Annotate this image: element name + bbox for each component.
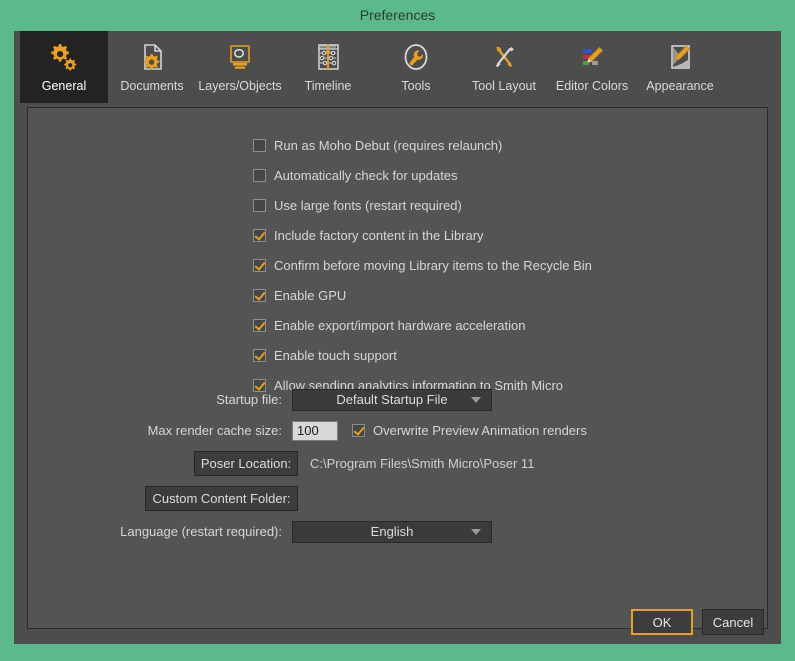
checkbox-row-include-factory-content[interactable]: Include factory content in the Library xyxy=(253,220,592,250)
tab-editor-colors-label: Editor Colors xyxy=(555,79,629,93)
startup-file-label: Startup file: xyxy=(216,392,282,407)
timeline-icon xyxy=(313,37,343,77)
language-value: English xyxy=(370,524,414,539)
checkbox-hardware-acceleration-label: Enable export/import hardware accelerati… xyxy=(274,317,526,333)
row-startup-file: Startup file: Default Startup File xyxy=(28,384,767,415)
tab-timeline-label: Timeline xyxy=(304,79,352,93)
checkbox-overwrite-preview[interactable] xyxy=(352,424,365,437)
checkbox-include-factory-content[interactable] xyxy=(253,228,266,242)
tab-tools[interactable]: Tools xyxy=(372,31,460,103)
checkbox-auto-check-updates-label: Automatically check for updates xyxy=(274,167,458,183)
checkbox-enable-gpu[interactable] xyxy=(253,288,266,302)
wrench-screwdriver-icon xyxy=(488,37,520,77)
startup-file-value: Default Startup File xyxy=(336,392,448,407)
general-settings-panel: Run as Moho Debut (requires relaunch) Au… xyxy=(27,107,768,629)
general-form-area: Startup file: Default Startup File Max r… xyxy=(28,384,767,547)
tab-documents[interactable]: Documents xyxy=(108,31,196,103)
checkbox-row-hardware-acceleration[interactable]: Enable export/import hardware accelerati… xyxy=(253,310,592,340)
tab-tool-layout[interactable]: Tool Layout xyxy=(460,31,548,103)
checkbox-row-overwrite-preview[interactable]: Overwrite Preview Animation renders xyxy=(352,423,587,438)
checkbox-enable-touch-support[interactable] xyxy=(253,348,266,362)
startup-file-dropdown[interactable]: Default Startup File xyxy=(292,388,492,411)
preferences-tabstrip: General Documents Layers/Objects Timelin… xyxy=(14,31,781,103)
checkbox-row-enable-gpu[interactable]: Enable GPU xyxy=(253,280,592,310)
ok-button[interactable]: OK xyxy=(631,609,693,635)
preferences-dialog: Preferences General Documents Layers/Obj… xyxy=(0,0,795,661)
layers-icon xyxy=(224,37,256,77)
tab-appearance-label: Appearance xyxy=(646,79,714,93)
dialog-body: General Documents Layers/Objects Timelin… xyxy=(14,31,781,644)
checkbox-auto-check-updates[interactable] xyxy=(253,168,266,182)
tab-layers-objects-label: Layers/Objects xyxy=(198,79,282,93)
checkbox-enable-touch-support-label: Enable touch support xyxy=(274,347,397,363)
row-language: Language (restart required): English xyxy=(28,516,767,547)
checkbox-run-as-moho-debut-label: Run as Moho Debut (requires relaunch) xyxy=(274,137,503,153)
chevron-down-icon xyxy=(471,528,481,535)
checkbox-run-as-moho-debut[interactable] xyxy=(253,138,266,152)
dialog-title: Preferences xyxy=(359,7,436,23)
tab-general-label: General xyxy=(41,79,87,93)
poser-location-button[interactable]: Poser Location: xyxy=(194,450,298,476)
language-label: Language (restart required): xyxy=(120,524,282,539)
cancel-button[interactable]: Cancel xyxy=(702,609,764,635)
wrench-circle-icon xyxy=(400,37,432,77)
checkbox-use-large-fonts[interactable] xyxy=(253,198,266,212)
appearance-icon xyxy=(665,37,695,77)
tab-layers-objects[interactable]: Layers/Objects xyxy=(196,31,284,103)
tab-documents-label: Documents xyxy=(120,79,184,93)
tab-tools-label: Tools xyxy=(401,79,431,93)
tab-general[interactable]: General xyxy=(20,31,108,103)
checkbox-include-factory-content-label: Include factory content in the Library xyxy=(274,227,484,243)
color-swatches-icon xyxy=(576,37,608,77)
dialog-titlebar: Preferences xyxy=(0,0,795,31)
custom-content-folder-button[interactable]: Custom Content Folder: xyxy=(145,485,298,511)
checkbox-enable-gpu-label: Enable GPU xyxy=(274,287,347,303)
checkbox-row-confirm-recycle-bin[interactable]: Confirm before moving Library items to t… xyxy=(253,250,592,280)
row-poser-location: Poser Location: C:\Program Files\Smith M… xyxy=(28,446,767,480)
general-checkbox-list: Run as Moho Debut (requires relaunch) Au… xyxy=(253,130,592,400)
checkbox-confirm-recycle-bin-label: Confirm before moving Library items to t… xyxy=(274,257,592,273)
row-custom-content-folder: Custom Content Folder: xyxy=(28,480,767,516)
checkbox-hardware-acceleration[interactable] xyxy=(253,318,266,332)
tab-editor-colors[interactable]: Editor Colors xyxy=(548,31,636,103)
checkbox-confirm-recycle-bin[interactable] xyxy=(253,258,266,272)
language-dropdown[interactable]: English xyxy=(292,520,492,543)
gears-icon xyxy=(47,37,81,77)
dialog-button-bar: OK Cancel xyxy=(14,600,781,644)
checkbox-row-enable-touch-support[interactable]: Enable touch support xyxy=(253,340,592,370)
poser-location-path: C:\Program Files\Smith Micro\Poser 11 xyxy=(310,455,535,471)
checkbox-row-run-as-moho-debut[interactable]: Run as Moho Debut (requires relaunch) xyxy=(253,130,592,160)
tab-tool-layout-label: Tool Layout xyxy=(472,79,536,93)
max-render-cache-input[interactable] xyxy=(292,420,338,441)
row-max-render-cache: Max render cache size: Overwrite Preview… xyxy=(28,415,767,446)
document-gear-icon xyxy=(137,37,167,77)
checkbox-row-use-large-fonts[interactable]: Use large fonts (restart required) xyxy=(253,190,592,220)
tab-appearance[interactable]: Appearance xyxy=(636,31,724,103)
checkbox-overwrite-preview-label: Overwrite Preview Animation renders xyxy=(373,423,587,438)
tab-timeline[interactable]: Timeline xyxy=(284,31,372,103)
max-render-cache-label: Max render cache size: xyxy=(147,423,282,438)
checkbox-row-auto-check-updates[interactable]: Automatically check for updates xyxy=(253,160,592,190)
checkbox-use-large-fonts-label: Use large fonts (restart required) xyxy=(274,197,462,213)
chevron-down-icon xyxy=(471,396,481,403)
